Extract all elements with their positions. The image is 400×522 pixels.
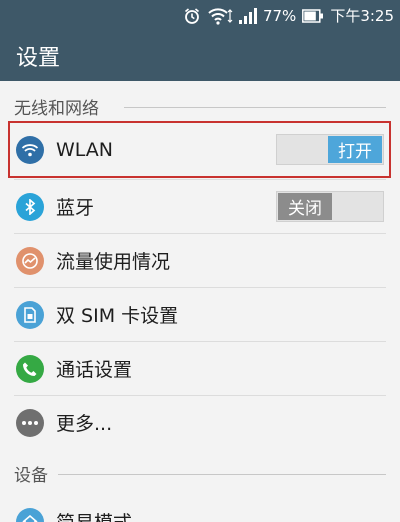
signal-icon <box>238 7 257 24</box>
settings-list: 无线和网络 WLAN 打开 蓝牙 关闭 流量使用情况 双 SIM 卡设置 通话设… <box>0 81 400 522</box>
more-icon <box>16 408 44 437</box>
settings-item-label: 通话设置 <box>56 359 133 381</box>
data-usage-icon <box>16 246 44 275</box>
phone-icon <box>16 354 44 383</box>
settings-item-label: 简易模式 <box>56 508 132 522</box>
settings-item-label: 更多... <box>56 413 113 435</box>
settings-item-bluetooth[interactable]: 蓝牙 关闭 <box>0 180 400 233</box>
settings-item-label: 流量使用情况 <box>56 251 171 273</box>
page-title: 设置 <box>16 46 61 71</box>
highlight-box <box>8 121 391 178</box>
clock: 下午3:25 <box>330 7 394 25</box>
bluetooth-icon <box>16 192 44 221</box>
settings-item-label: 蓝牙 <box>56 197 95 219</box>
section-divider <box>58 474 386 475</box>
sim-card-icon <box>16 300 44 329</box>
settings-item-label: 双 SIM 卡设置 <box>56 305 179 327</box>
section-divider <box>124 107 386 108</box>
toggle-state-label: 关闭 <box>278 193 332 220</box>
alarm-icon <box>183 7 201 25</box>
status-bar: 77% 下午3:25 <box>0 0 400 31</box>
settings-item-more[interactable]: 更多... <box>0 396 400 449</box>
settings-item-easy-mode[interactable]: 简易模式 <box>0 495 400 522</box>
section-header-wireless: 无线和网络 <box>14 99 99 119</box>
app-bar: 设置 <box>0 31 400 81</box>
easy-mode-icon <box>16 507 44 522</box>
battery-percent: 77% <box>262 6 297 25</box>
wifi-icon <box>207 7 233 25</box>
settings-item-data-usage[interactable]: 流量使用情况 <box>0 234 400 287</box>
settings-item-call[interactable]: 通话设置 <box>0 342 400 395</box>
bluetooth-toggle[interactable]: 关闭 <box>276 191 384 222</box>
battery-icon <box>302 8 324 23</box>
section-header-device: 设备 <box>14 466 48 486</box>
settings-item-dual-sim[interactable]: 双 SIM 卡设置 <box>0 288 400 341</box>
